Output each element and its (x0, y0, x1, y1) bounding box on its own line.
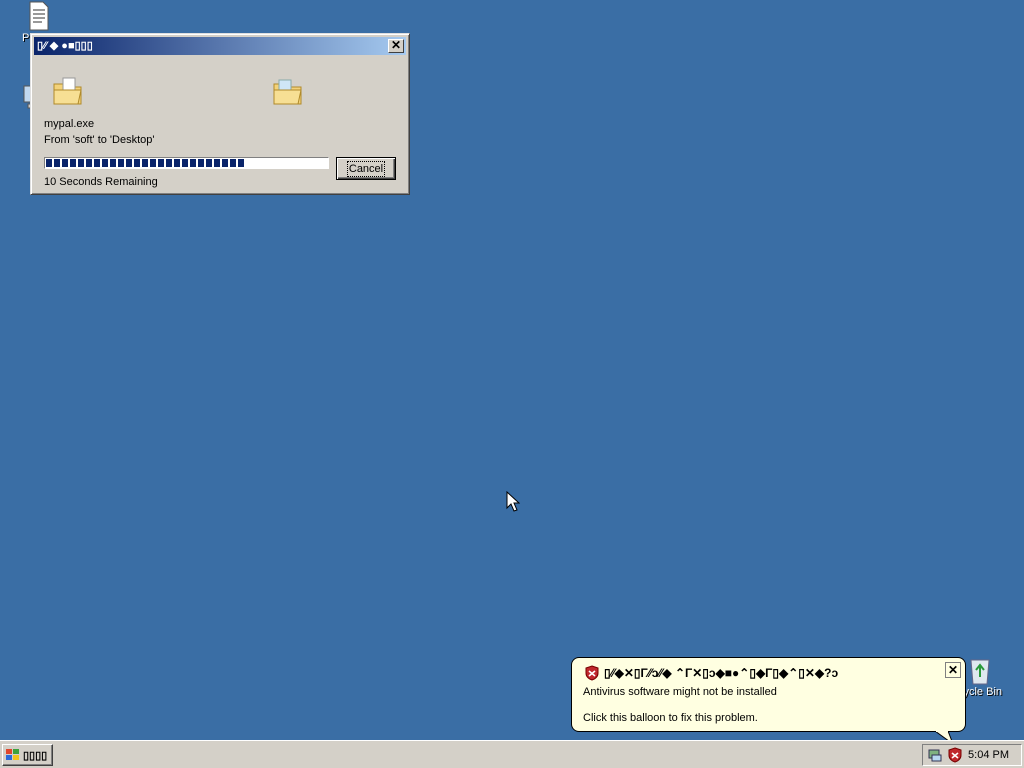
document-icon (29, 1, 49, 31)
balloon-fix-hint: Click this balloon to fix this problem. (583, 712, 758, 724)
balloon-message: Antivirus software might not be installe… (583, 686, 777, 698)
copy-progress-dialog: ▯⁄⁄ ◆ ●■▯▯▯ ✕ mypal.exe From 'soft' to '… (30, 33, 410, 195)
cancel-label: Cancel (346, 160, 386, 177)
network-tray-icon[interactable] (927, 747, 943, 763)
dialog-title: ▯⁄⁄ ◆ ●■▯▯▯ (37, 40, 93, 52)
destination-folder-icon (273, 79, 302, 105)
cancel-button[interactable]: Cancel (336, 157, 396, 180)
windows-logo-icon (6, 749, 19, 760)
progress-fill (46, 159, 246, 167)
system-tray: 5:04 PM (922, 744, 1022, 766)
security-center-tray-icon[interactable] (947, 747, 963, 763)
close-icon: ✕ (390, 38, 402, 52)
start-label: ▯▯▯▯ (23, 749, 48, 762)
security-alert-balloon[interactable]: ▯⁄⁄◆✕▯Γ⁄⁄ↄ⁄⁄◆ ⌃Γ✕▯ↄ◆■●⌃▯◆Γ▯◆⌃▯✕◆?ↄ Antiv… (571, 657, 966, 732)
dialog-close-button[interactable]: ✕ (388, 39, 404, 53)
copy-source-destination: From 'soft' to 'Desktop' (44, 134, 155, 146)
taskbar: ▯▯▯▯ 5:04 PM (0, 740, 1024, 768)
copy-progress-bar (44, 157, 329, 169)
security-shield-icon (585, 665, 599, 681)
source-folder-icon (53, 77, 82, 105)
dialog-titlebar[interactable]: ▯⁄⁄ ◆ ●■▯▯▯ (34, 37, 406, 55)
balloon-close-button[interactable]: ✕ (945, 662, 961, 678)
time-remaining: 10 Seconds Remaining (44, 176, 158, 188)
recycle-bin-icon (970, 659, 990, 685)
file-name: mypal.exe (44, 118, 95, 130)
start-button[interactable]: ▯▯▯▯ (2, 744, 53, 766)
close-icon: ✕ (947, 663, 959, 677)
balloon-title-row: ▯⁄⁄◆✕▯Γ⁄⁄ↄ⁄⁄◆ ⌃Γ✕▯ↄ◆■●⌃▯◆Γ▯◆⌃▯✕◆?ↄ (584, 665, 838, 681)
clock[interactable]: 5:04 PM (968, 749, 1009, 761)
mouse-pointer-icon (506, 491, 520, 512)
balloon-title: ▯⁄⁄◆✕▯Γ⁄⁄ↄ⁄⁄◆ ⌃Γ✕▯ↄ◆■●⌃▯◆Γ▯◆⌃▯✕◆?ↄ (604, 666, 839, 680)
